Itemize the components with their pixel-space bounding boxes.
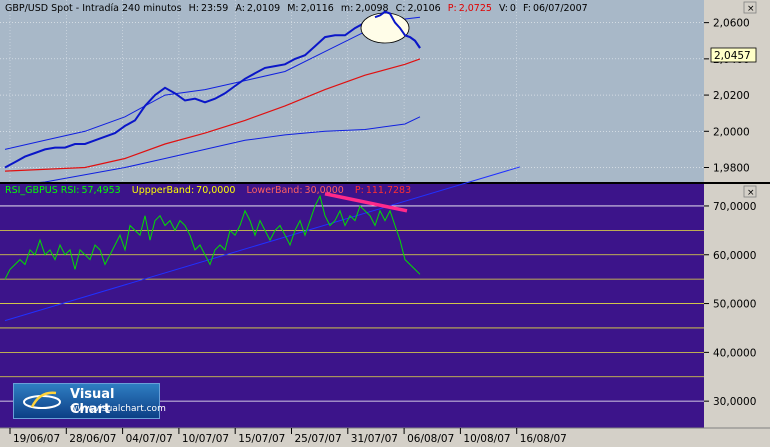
rsi-tick-label: 70,0000 (713, 201, 756, 213)
price-tick-label: 1,9800 (713, 163, 750, 175)
date-tick-label: 16/08/07 (520, 433, 567, 445)
rsi-tick-label: 40,0000 (713, 347, 756, 359)
stat-a: 2,0109 (247, 3, 280, 14)
pane-separator (0, 182, 770, 184)
rsi-tick-label: 30,0000 (713, 396, 756, 408)
p-value: 111,7283 (366, 185, 411, 196)
last-value-label: 2,0457 (714, 50, 751, 62)
date-tick-label: 15/07/07 (238, 433, 285, 445)
series-label: GBP/USD Spot - Intradía 240 minutos (5, 3, 182, 14)
date-tick-label: 04/07/07 (126, 433, 173, 445)
stat-max: 2,0116 (301, 3, 334, 14)
svg-text:×: × (747, 188, 755, 198)
stat-v: 0 (510, 3, 516, 14)
date-tick-label: 06/08/07 (407, 433, 454, 445)
date-tick-label: 10/08/07 (463, 433, 510, 445)
price-tick-label: 2,0600 (713, 18, 750, 30)
lower-band-value: 30,0000 (305, 185, 344, 196)
highlight-ellipse (360, 12, 410, 44)
price-tick-label: 2,0000 (713, 126, 750, 138)
visual-chart-logo: Visual Chart www.visualchart.com (13, 383, 166, 419)
price-pane-header: GBP/USD Spot - Intradía 240 minutos H: 23… (5, 3, 588, 14)
date-tick-label: 28/06/07 (69, 433, 116, 445)
stat-date: 06/07/2007 (533, 3, 588, 14)
date-tick-label: 10/07/07 (182, 433, 229, 445)
chart-canvas: GBP/USD Spot - Intradía 240 minutos H: 23… (0, 0, 770, 447)
price-tick-label: 2,0200 (713, 90, 750, 102)
svg-text:×: × (747, 4, 755, 14)
stat-h: 23:59 (201, 3, 228, 14)
upper-band-value: 70,0000 (196, 185, 235, 196)
rsi-tick-label: 60,0000 (713, 250, 756, 262)
date-tick-label: 31/07/07 (351, 433, 398, 445)
rsi-tick-label: 50,0000 (713, 299, 756, 311)
date-tick-label: 25/07/07 (295, 433, 342, 445)
close-rsi-pane-button[interactable]: × (743, 185, 757, 198)
stat-p: 2,0725 (459, 3, 492, 14)
rsi-value: 57,4953 (81, 185, 120, 196)
visual-chart-logo-icon (23, 391, 61, 409)
logo-url: www.visualchart.com (70, 404, 166, 414)
date-tick-label: 19/06/07 (13, 433, 60, 445)
price-pane-background (0, 0, 704, 182)
close-pane-button[interactable]: × (743, 1, 757, 14)
stat-close: 2,0106 (407, 3, 440, 14)
